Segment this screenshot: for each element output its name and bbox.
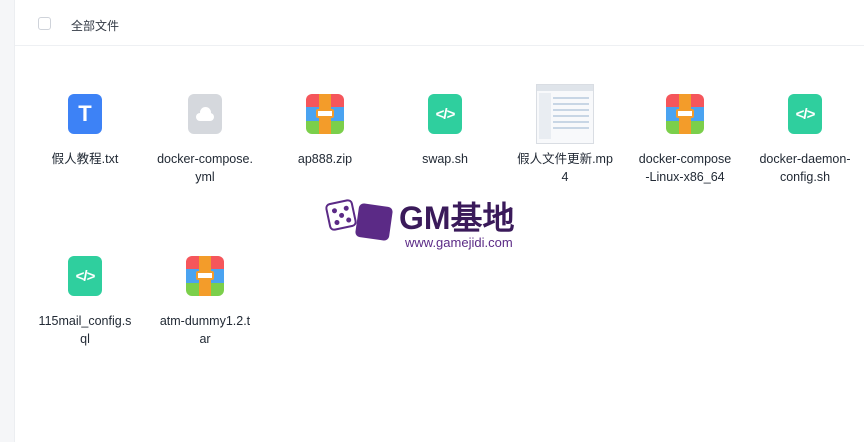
- watermark-logo: GM基地 www.gamejidi.com: [324, 193, 540, 255]
- file-name: 115mail_config.sql: [38, 314, 132, 346]
- file-name: ap888.zip: [297, 152, 353, 166]
- archive-icon: [186, 256, 224, 296]
- select-all-checkbox[interactable]: [38, 17, 51, 30]
- file-item[interactable]: </> docker-daemon-config.sh: [757, 94, 853, 186]
- file-name: docker-daemon-config.sh: [759, 152, 851, 184]
- file-name: atm-dummy1.2.tar: [159, 314, 251, 346]
- header-all-files-label: 全部文件: [71, 19, 120, 33]
- video-thumbnail-icon: [536, 84, 594, 144]
- file-name: swap.sh: [422, 152, 468, 166]
- file-item[interactable]: docker-compose.yml: [157, 94, 253, 186]
- file-item[interactable]: 假人文件更新.mp4: [517, 84, 613, 186]
- file-item[interactable]: </> 115mail_config.sql: [37, 256, 133, 348]
- dice-icon: [354, 202, 394, 242]
- cloud-doc-icon: [188, 94, 222, 134]
- code-file-icon: </>: [428, 94, 462, 134]
- file-list-header: 全部文件: [15, 0, 864, 46]
- file-item[interactable]: docker-compose-Linux-x86_64: [637, 94, 733, 186]
- watermark-title: GM基地: [399, 200, 515, 236]
- file-item[interactable]: T 假人教程.txt: [37, 94, 133, 168]
- archive-icon: [306, 94, 344, 134]
- text-doc-icon: T: [68, 94, 102, 134]
- file-name: 假人教程.txt: [51, 152, 119, 166]
- archive-icon: [666, 94, 704, 134]
- watermark-url: www.gamejidi.com: [405, 235, 513, 250]
- file-name: 假人文件更新.mp4: [517, 152, 613, 184]
- code-file-icon: </>: [788, 94, 822, 134]
- left-panel-edge: [0, 0, 15, 442]
- file-name: docker-compose.yml: [157, 152, 253, 184]
- file-item[interactable]: atm-dummy1.2.tar: [157, 256, 253, 348]
- file-item[interactable]: </> swap.sh: [397, 94, 493, 168]
- dice-icon: [324, 198, 358, 232]
- file-item[interactable]: ap888.zip: [277, 94, 373, 168]
- code-file-icon: </>: [68, 256, 102, 296]
- file-name: docker-compose-Linux-x86_64: [638, 152, 732, 184]
